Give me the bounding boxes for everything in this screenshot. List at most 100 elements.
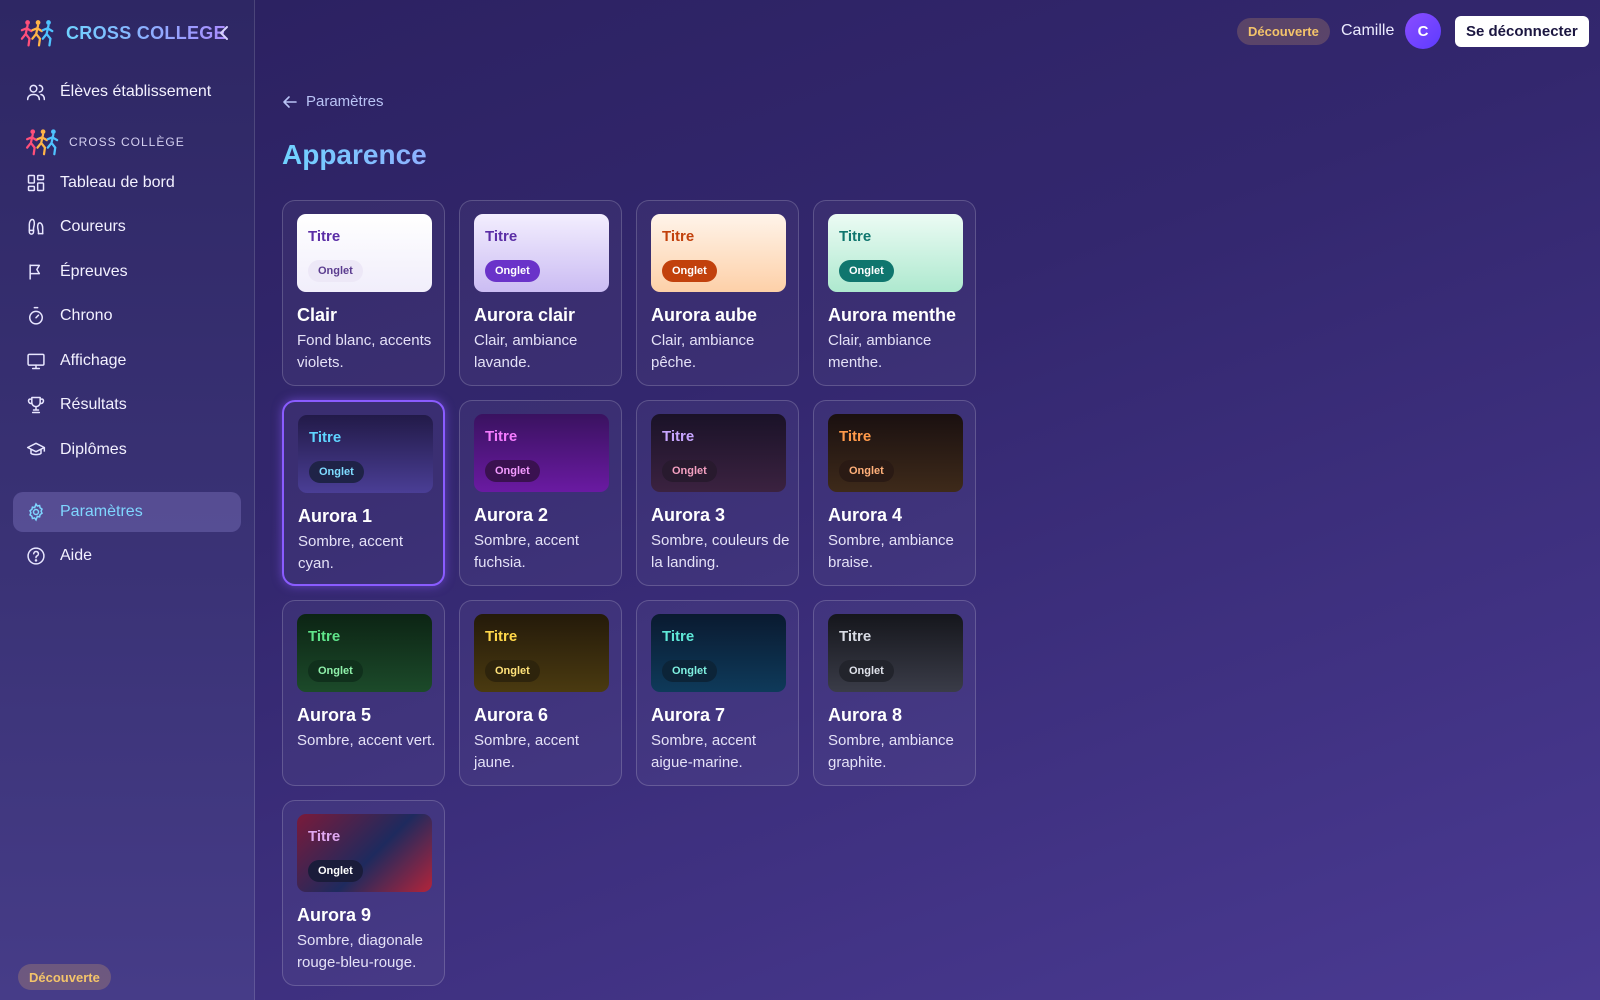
footprints-icon [28, 218, 44, 235]
theme-name: Aurora aube [651, 305, 758, 325]
sidebar-item-label: Résultats [60, 396, 127, 413]
theme-description: Sombre, diagonale rouge-bleu-rouge. [297, 932, 423, 971]
preview-title: Titre [662, 428, 695, 445]
back-to-settings-link[interactable]: Paramètres [282, 93, 384, 110]
preview-title: Titre [485, 428, 518, 445]
preview-title: Titre [839, 628, 872, 645]
runners-logo-icon [20, 20, 54, 47]
theme-card[interactable]: Titre Onglet Aurora 7 Sombre, accent aigue-… [636, 600, 799, 786]
theme-card[interactable]: Titre Onglet Aurora clair Clair, ambiance l… [459, 200, 622, 386]
theme-description: Fond blanc, accents violets. [297, 332, 432, 371]
theme-name: Aurora 3 [651, 505, 726, 525]
preview-title: Titre [308, 628, 341, 645]
preview-title: Titre [662, 628, 695, 645]
theme-card[interactable]: Titre Onglet Clair Fond blanc, accents viol… [282, 200, 445, 386]
theme-description: Sombre, accent vert. [297, 732, 436, 749]
theme-name: Aurora 6 [474, 705, 549, 725]
theme-preview: Titre Onglet [828, 214, 963, 292]
theme-card[interactable]: Titre Onglet Aurora 9 Sombre, diagonale rou… [282, 800, 445, 986]
sidebar-item-affichage[interactable]: Affichage [13, 341, 241, 381]
arrow-left-icon [283, 95, 297, 108]
theme-card[interactable]: Titre Onglet Aurora 2 Sombre, accent fuchsi… [459, 400, 622, 586]
trophy-icon [27, 396, 45, 414]
runners-logo-icon [26, 129, 59, 156]
graduation-cap-icon [26, 442, 46, 456]
theme-description: Sombre, accent jaune. [474, 732, 580, 771]
sidebar-item-label: Chrono [60, 307, 113, 324]
back-link-label: Paramètres [306, 93, 384, 110]
preview-tab: Onglet [309, 461, 364, 483]
theme-preview: Titre Onglet [474, 414, 609, 492]
theme-preview: Titre Onglet [474, 614, 609, 692]
preview-title: Titre [308, 828, 341, 845]
preview-tab: Onglet [662, 260, 717, 282]
theme-card[interactable]: Titre Onglet Aurora 3 Sombre, couleurs de l… [636, 400, 799, 586]
theme-name: Aurora 7 [651, 705, 726, 725]
preview-tab: Onglet [662, 460, 717, 482]
plan-badge: Découverte [1237, 18, 1330, 45]
sidebar-item-label: Affichage [60, 352, 127, 369]
stopwatch-icon [29, 306, 43, 325]
sidebar-item-label: Tableau de bord [60, 174, 175, 191]
theme-card[interactable]: Titre Onglet Aurora 1 Sombre, accent cyan. [282, 400, 445, 586]
sidebar-item-parametres[interactable]: Paramètres [13, 492, 241, 532]
theme-card[interactable]: Titre Onglet Aurora menthe Clair, ambiance … [813, 200, 976, 386]
theme-description: Sombre, accent aigue-marine. [651, 732, 757, 771]
theme-card[interactable]: Titre Onglet Aurora 6 Sombre, accent jaune. [459, 600, 622, 786]
preview-tab: Onglet [485, 660, 540, 682]
preview-tab: Onglet [839, 660, 894, 682]
sidebar-item-aide[interactable]: Aide [13, 536, 241, 576]
preview-title: Titre [839, 428, 872, 445]
sidebar-section-label: CROSS COLLÈGE [69, 135, 185, 149]
theme-preview: Titre Onglet [474, 214, 609, 292]
users-icon [26, 84, 46, 101]
sidebar-item-epreuves[interactable]: Épreuves [13, 252, 241, 292]
theme-name: Aurora clair [474, 305, 576, 325]
preview-tab: Onglet [839, 460, 894, 482]
theme-description: Clair, ambiance lavande. [474, 332, 578, 371]
gear-icon [29, 502, 43, 522]
theme-description: Sombre, couleurs de la landing. [651, 532, 790, 571]
theme-description: Sombre, ambiance braise. [828, 532, 954, 571]
theme-name: Aurora 9 [297, 905, 372, 925]
preview-tab: Onglet [485, 260, 540, 282]
theme-name: Aurora 4 [828, 505, 903, 525]
theme-name: Aurora menthe [828, 305, 957, 325]
sidebar-item-chrono[interactable]: Chrono [13, 296, 241, 336]
sidebar-item-label: Élèves établissement [60, 83, 212, 100]
sidebar-item-eleves-etablissement[interactable]: Élèves établissement [13, 72, 241, 112]
theme-preview: Titre Onglet [651, 614, 786, 692]
preview-title: Titre [485, 628, 518, 645]
sidebar-item-resultats[interactable]: Résultats [13, 385, 241, 425]
theme-preview: Titre Onglet [298, 415, 433, 493]
theme-name: Clair [297, 305, 338, 325]
sidebar-item-tableau-de-bord[interactable]: Tableau de bord [13, 163, 241, 203]
sidebar-item-label: Coureurs [60, 218, 126, 235]
logout-button[interactable]: Se déconnecter [1455, 16, 1589, 47]
theme-card[interactable]: Titre Onglet Aurora 8 Sombre, ambiance grap… [813, 600, 976, 786]
preview-title: Titre [839, 228, 872, 245]
sidebar-item-label: Aide [60, 547, 93, 564]
user-name: Camille [1341, 22, 1395, 39]
preview-tab: Onglet [308, 260, 363, 282]
theme-name: Aurora 2 [474, 505, 549, 525]
theme-description: Clair, ambiance pêche. [651, 332, 755, 371]
preview-title: Titre [662, 228, 695, 245]
preview-tab: Onglet [662, 660, 717, 682]
sidebar-item-coureurs[interactable]: Coureurs [13, 207, 241, 247]
collapse-sidebar-button[interactable] [214, 22, 234, 44]
sidebar-item-diplomes[interactable]: Diplômes [13, 430, 241, 470]
flag-icon [29, 264, 41, 280]
brand-name: CROSS COLLEGE [66, 22, 226, 43]
theme-card[interactable]: Titre Onglet Aurora 4 Sombre, ambiance brai… [813, 400, 976, 586]
brand[interactable]: CROSS COLLEGE [20, 17, 226, 49]
theme-card[interactable]: Titre Onglet Aurora aube Clair, ambiance pê… [636, 200, 799, 386]
theme-name: Aurora 5 [297, 705, 372, 725]
theme-description: Sombre, accent fuchsia. [474, 532, 580, 571]
theme-card[interactable]: Titre Onglet Aurora 5 Sombre, accent vert. [282, 600, 445, 786]
theme-preview: Titre Onglet [297, 814, 432, 892]
theme-preview: Titre Onglet [297, 614, 432, 692]
avatar[interactable]: C [1405, 13, 1441, 49]
sidebar: CROSS COLLEGE Élèves établissement CROSS… [0, 0, 255, 1000]
theme-description: Clair, ambiance menthe. [828, 332, 932, 371]
